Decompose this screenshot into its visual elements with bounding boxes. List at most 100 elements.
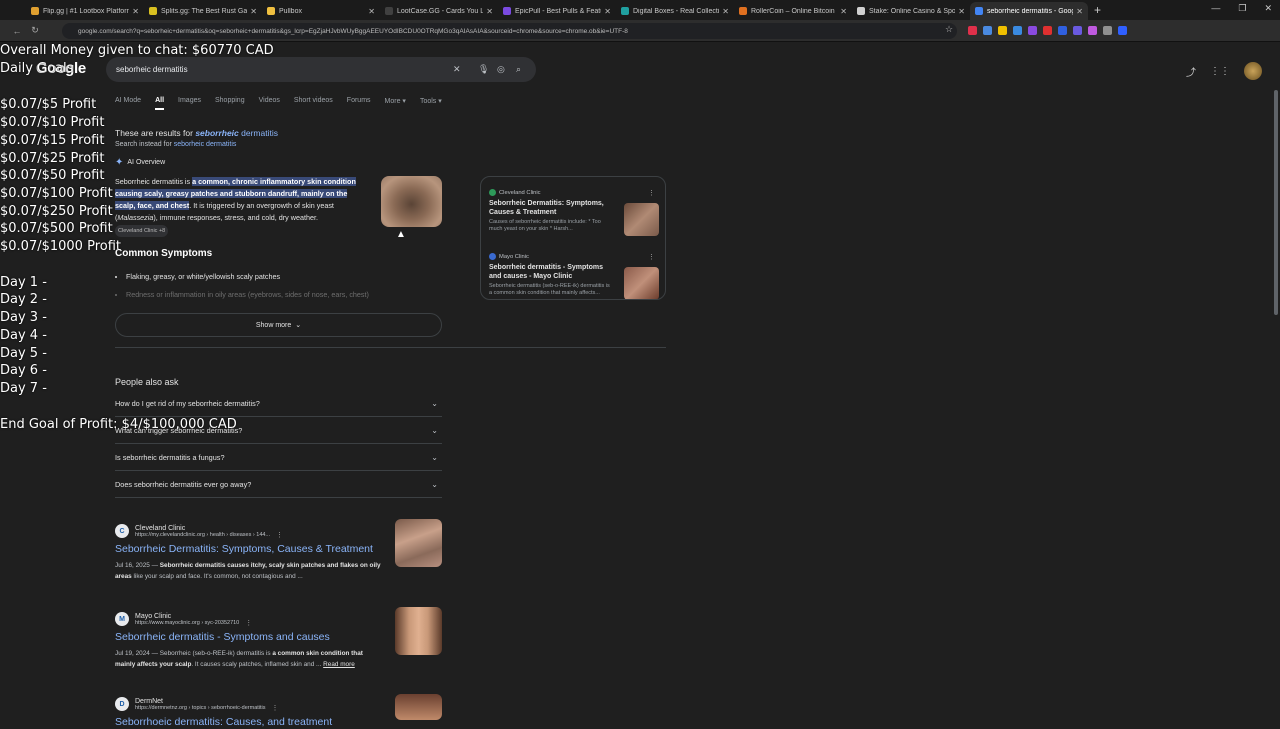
end-goal-text: End Goal of Profit: $4/$100,000 CAD: [0, 416, 237, 432]
result-site[interactable]: Mayo Clinic: [135, 613, 239, 620]
browser-tab[interactable]: EpicPull - Best Pulls & Featured✕: [498, 2, 616, 20]
microphone-icon[interactable]: 🎙: [478, 64, 489, 75]
nav-tab[interactable]: Short videos: [294, 97, 333, 110]
tab-favicon-icon: [739, 7, 747, 15]
back-icon[interactable]: ←: [8, 26, 26, 36]
bookmark-star-icon[interactable]: ☆: [945, 24, 953, 35]
extension-icon[interactable]: [998, 26, 1007, 35]
extension-icon[interactable]: [1028, 26, 1037, 35]
result-thumbnail[interactable]: [395, 519, 442, 567]
source-thumbnail[interactable]: [624, 203, 659, 236]
tab-favicon-icon: [149, 7, 157, 15]
source-title[interactable]: Seborrheic Dermatitis: Symptoms, Causes …: [489, 199, 614, 217]
browser-tab[interactable]: Flip.gg | #1 Lootbox Platform ✕: [26, 2, 144, 20]
close-tab-icon[interactable]: ✕: [486, 7, 493, 16]
more-options-icon[interactable]: ⋮: [648, 189, 655, 197]
extension-icon[interactable]: [1088, 26, 1097, 35]
reload-icon[interactable]: ↻: [26, 25, 44, 36]
extension-icon[interactable]: [1073, 26, 1082, 35]
browser-tab[interactable]: Stake: Online Casino & Sports B✕: [852, 2, 970, 20]
browser-tab[interactable]: LootCase.GG - Cards You Love✕: [380, 2, 498, 20]
more-options-icon[interactable]: ⋮: [245, 619, 252, 627]
apps-grid-icon[interactable]: ⋮⋮: [1210, 66, 1230, 77]
maximize-icon[interactable]: ❐: [1238, 3, 1246, 14]
site-favicon-icon: M: [115, 612, 129, 626]
search-icon[interactable]: ⌕: [516, 64, 521, 75]
close-tab-icon[interactable]: ✕: [604, 7, 611, 16]
avatar[interactable]: [1244, 62, 1262, 80]
goal-line: $0.07/$5 Profit: [0, 97, 97, 113]
close-tab-icon[interactable]: ✕: [840, 7, 847, 16]
close-window-icon[interactable]: ✕: [1264, 3, 1272, 14]
page-scrollbar[interactable]: [1274, 90, 1278, 315]
result-title[interactable]: Seborrhoeic dermatitis: Causes, and trea…: [115, 715, 375, 729]
result-title[interactable]: Seborrheic dermatitis - Symptoms and cau…: [115, 630, 375, 644]
browser-tab[interactable]: RollerCoin – Online Bitcoin Mi ✕: [734, 2, 852, 20]
browser-tab[interactable]: Splits.gg: The Best Rust Gambli✕: [144, 2, 262, 20]
tab-list: Flip.gg | #1 Lootbox Platform ✕ Splits.gg:…: [26, 0, 1088, 20]
goal-line: $0.07/$10 Profit: [0, 115, 105, 131]
browser-tab[interactable]: Pullbox ✕: [262, 2, 380, 20]
day-line: Day 2 -: [0, 292, 47, 308]
more-options-icon[interactable]: ⋮: [272, 704, 279, 712]
result-cite[interactable]: https://dermnetnz.org › topics › seborrh…: [135, 705, 266, 711]
more-options-icon[interactable]: ⋮: [276, 531, 283, 539]
lens-icon[interactable]: ◎: [497, 64, 505, 75]
day-line: Day 3 -: [0, 310, 47, 326]
extension-icon[interactable]: [1058, 26, 1067, 35]
new-tab-button[interactable]: +: [1094, 3, 1101, 17]
result-title[interactable]: Seborrheic Dermatitis: Symptoms, Causes …: [115, 542, 375, 556]
nav-tab[interactable]: More ▾: [385, 97, 406, 110]
daily-goals-heading: Daily Goals: [0, 60, 74, 76]
result-cite[interactable]: https://www.mayoclinic.org › syc-2035271…: [135, 620, 239, 626]
search-result: C Cleveland Clinic https://my.clevelandc…: [115, 519, 445, 582]
extension-icon[interactable]: [1103, 26, 1112, 35]
share-icon[interactable]: ⤴: [1186, 64, 1196, 79]
source-card[interactable]: Mayo Clinic Seborrheic dermatitis - Symp…: [489, 253, 659, 299]
result-site[interactable]: DermNet: [135, 698, 266, 705]
close-tab-icon[interactable]: ✕: [722, 7, 729, 16]
site-favicon-icon: C: [115, 524, 129, 538]
tab-title: seborrheic dermatitis - Google: [987, 7, 1074, 15]
source-site: Mayo Clinic: [499, 253, 529, 260]
extension-icon[interactable]: [1118, 26, 1127, 35]
extension-icon[interactable]: [983, 26, 992, 35]
source-card[interactable]: Cleveland Clinic Seborrheic Dermatitis: …: [489, 189, 659, 236]
clear-icon[interactable]: ✕: [453, 64, 461, 75]
result-snippet: Jul 19, 2024 — Seborrheic (seb-o-REE-ik)…: [115, 648, 383, 670]
result-site[interactable]: Cleveland Clinic: [135, 525, 270, 532]
result-thumbnail[interactable]: [395, 607, 442, 655]
tab-favicon-icon: [621, 7, 629, 15]
tab-title: RollerCoin – Online Bitcoin Mi: [751, 7, 838, 15]
browser-tab[interactable]: Digital Boxes - Real Collectible ✕: [616, 2, 734, 20]
ai-sources-panel: Cleveland Clinic Seborrheic Dermatitis: …: [480, 176, 666, 300]
nav-tab[interactable]: Tools ▾: [420, 97, 442, 110]
paa-question[interactable]: Is seborrheic dermatitis a fungus? ⌄: [115, 445, 442, 471]
ai-overview-image[interactable]: [381, 176, 442, 227]
source-title[interactable]: Seborrheic dermatitis - Symptoms and cau…: [489, 263, 614, 281]
browser-tab[interactable]: seborrheic dermatitis - Google ✕: [970, 2, 1088, 20]
tab-favicon-icon: [31, 7, 39, 15]
tab-favicon-icon: [503, 7, 511, 15]
extension-icon[interactable]: [1013, 26, 1022, 35]
more-options-icon[interactable]: ⋮: [648, 253, 655, 261]
result-thumbnail[interactable]: [395, 694, 442, 720]
close-tab-icon[interactable]: ✕: [1076, 7, 1083, 16]
tab-title: Stake: Online Casino & Sports B: [869, 7, 956, 15]
close-tab-icon[interactable]: ✕: [368, 7, 375, 16]
day-line: Day 6 -: [0, 363, 47, 379]
site-favicon-icon: [489, 253, 496, 260]
close-tab-icon[interactable]: ✕: [250, 7, 257, 16]
extension-icon[interactable]: [968, 26, 977, 35]
extension-icon[interactable]: [1043, 26, 1052, 35]
minimize-icon[interactable]: —: [1211, 3, 1220, 14]
paa-question[interactable]: Does seborrheic dermatitis ever go away?…: [115, 472, 442, 498]
read-more-link[interactable]: Read more: [323, 661, 355, 668]
nav-tab[interactable]: Forums: [347, 97, 371, 110]
close-tab-icon[interactable]: ✕: [132, 7, 139, 16]
result-cite[interactable]: https://my.clevelandclinic.org › health …: [135, 532, 270, 538]
mouse-cursor-icon: ▲: [396, 229, 406, 240]
close-tab-icon[interactable]: ✕: [958, 7, 965, 16]
source-thumbnail[interactable]: [624, 267, 659, 299]
url-field[interactable]: google.com/search?q=seborheic+dermatitis…: [62, 23, 957, 39]
